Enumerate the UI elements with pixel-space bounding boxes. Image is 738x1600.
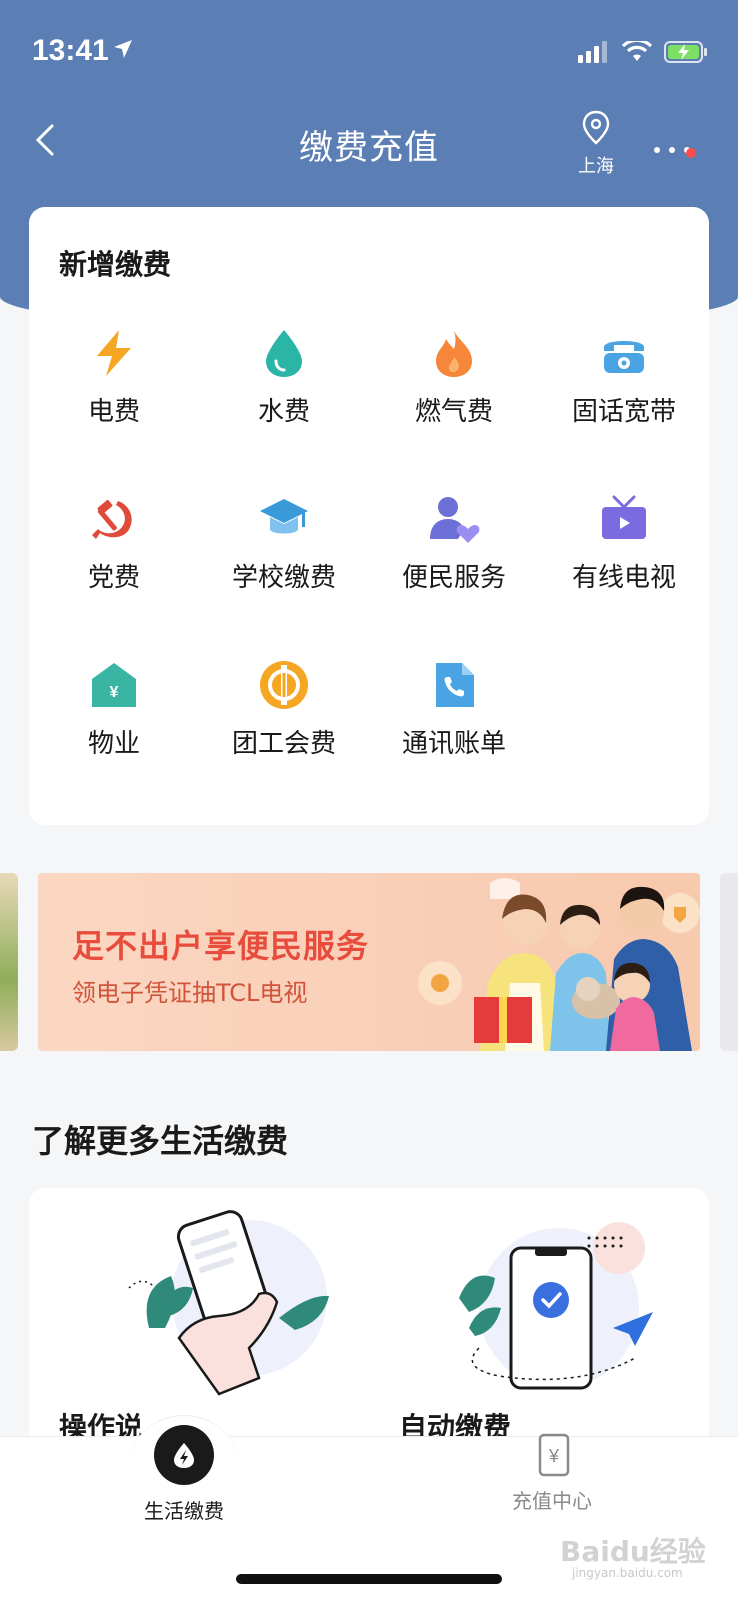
payment-item-cable-tv[interactable]: 有线电视 xyxy=(539,493,709,613)
payment-item-label: 水费 xyxy=(257,397,310,427)
banner-next-peek[interactable] xyxy=(720,873,738,1051)
status-bar: 13:41 xyxy=(0,0,738,100)
navigation-bar: 缴费充值 上海 xyxy=(0,100,738,190)
payment-item-label: 电费 xyxy=(87,397,140,427)
property-house-icon: ¥ xyxy=(92,663,136,707)
union-badge-icon xyxy=(260,661,308,709)
map-pin-icon xyxy=(582,110,610,145)
svg-text:¥: ¥ xyxy=(548,1446,560,1466)
banner-prev-peek[interactable] xyxy=(0,873,18,1051)
recharge-icon: ¥ xyxy=(538,1433,570,1477)
flame-icon xyxy=(436,330,472,377)
payment-item-label: 党费 xyxy=(87,563,140,593)
guide-item[interactable]: 操作说 xyxy=(29,1188,369,1448)
banner-carousel[interactable]: 足不出户享便民服务 领电子凭证抽TCL电视 xyxy=(0,873,738,1053)
promo-banner[interactable]: 足不出户享便民服务 领电子凭证抽TCL电视 xyxy=(38,873,700,1051)
family-illustration xyxy=(418,878,700,1051)
phone-check-illustration xyxy=(459,1222,653,1390)
payment-item-union-dues[interactable]: 团工会费 xyxy=(199,659,369,779)
tab-label: 充值中心 xyxy=(512,1489,592,1513)
home-indicator[interactable] xyxy=(236,1574,502,1584)
location-arrow-icon xyxy=(112,38,134,64)
tab-life-payment[interactable]: 生活缴费 xyxy=(104,1425,264,1524)
graduation-cap-icon xyxy=(260,499,308,534)
payment-item-landline-broadband[interactable]: 固话宽带 xyxy=(539,327,709,447)
tab-recharge-center[interactable]: ¥ 充值中心 xyxy=(472,1425,632,1514)
payment-item-electricity[interactable]: 电费 xyxy=(29,327,199,447)
life-payment-icon xyxy=(154,1425,214,1485)
more-info-card: 操作说 自动缴费 xyxy=(29,1188,709,1448)
auto-pay-item[interactable]: 自动缴费 xyxy=(369,1188,709,1448)
hand-phone-illustration xyxy=(128,1210,329,1396)
payment-item-public-service[interactable]: 便民服务 xyxy=(369,493,539,613)
water-drop-icon xyxy=(266,330,302,377)
banner-subtitle: 领电子凭证抽TCL电视 xyxy=(72,979,308,1007)
more-options-button[interactable] xyxy=(652,130,702,160)
svg-text:¥: ¥ xyxy=(110,684,119,701)
payment-item-label: 固话宽带 xyxy=(571,397,676,427)
watermark-sub: jingyan.baidu.com xyxy=(572,1566,683,1580)
payment-item-telecom-bill[interactable]: 通讯账单 xyxy=(369,659,539,779)
payment-item-gas[interactable]: 燃气费 xyxy=(369,327,539,447)
payment-item-party-dues[interactable]: 党费 xyxy=(29,493,199,613)
new-payment-card: 新增缴费 电费 水费 燃气费 固话宽带 党费 学校缴费 便民服务 有线电视 ¥ … xyxy=(29,207,709,825)
payment-item-property[interactable]: ¥ 物业 xyxy=(29,659,199,779)
payment-item-label: 团工会费 xyxy=(231,729,336,759)
payment-item-school-fees[interactable]: 学校缴费 xyxy=(199,493,369,613)
hammer-sickle-icon xyxy=(92,499,132,539)
location-button[interactable]: 上海 xyxy=(566,110,626,180)
status-time: 13:41 xyxy=(32,34,109,67)
payment-item-water[interactable]: 水费 xyxy=(199,327,369,447)
payment-item-label: 学校缴费 xyxy=(231,563,336,593)
new-payment-title: 新增缴费 xyxy=(59,248,172,281)
payment-item-label: 有线电视 xyxy=(571,563,676,593)
tv-icon xyxy=(602,495,646,539)
signal-icon xyxy=(578,41,610,67)
more-section-title: 了解更多生活缴费 xyxy=(32,1122,289,1160)
status-indicators xyxy=(578,38,708,68)
payment-item-label: 燃气费 xyxy=(414,397,493,427)
watermark: Baidu经验 xyxy=(560,1535,706,1568)
payment-item-label: 便民服务 xyxy=(401,563,506,593)
location-label: 上海 xyxy=(578,156,614,177)
page-title: 缴费充值 xyxy=(299,128,439,168)
wifi-icon xyxy=(621,38,653,67)
banner-title: 足不出户享便民服务 xyxy=(72,927,370,965)
notification-dot xyxy=(686,148,696,158)
person-heart-icon xyxy=(430,497,480,543)
payment-item-label: 通讯账单 xyxy=(401,729,506,759)
lightning-icon xyxy=(97,330,131,376)
payment-item-label: 物业 xyxy=(87,729,140,759)
tab-label: 生活缴费 xyxy=(144,1499,224,1523)
phone-bill-icon xyxy=(436,663,474,707)
telephone-icon xyxy=(604,341,644,373)
battery-charging-icon xyxy=(664,40,708,68)
